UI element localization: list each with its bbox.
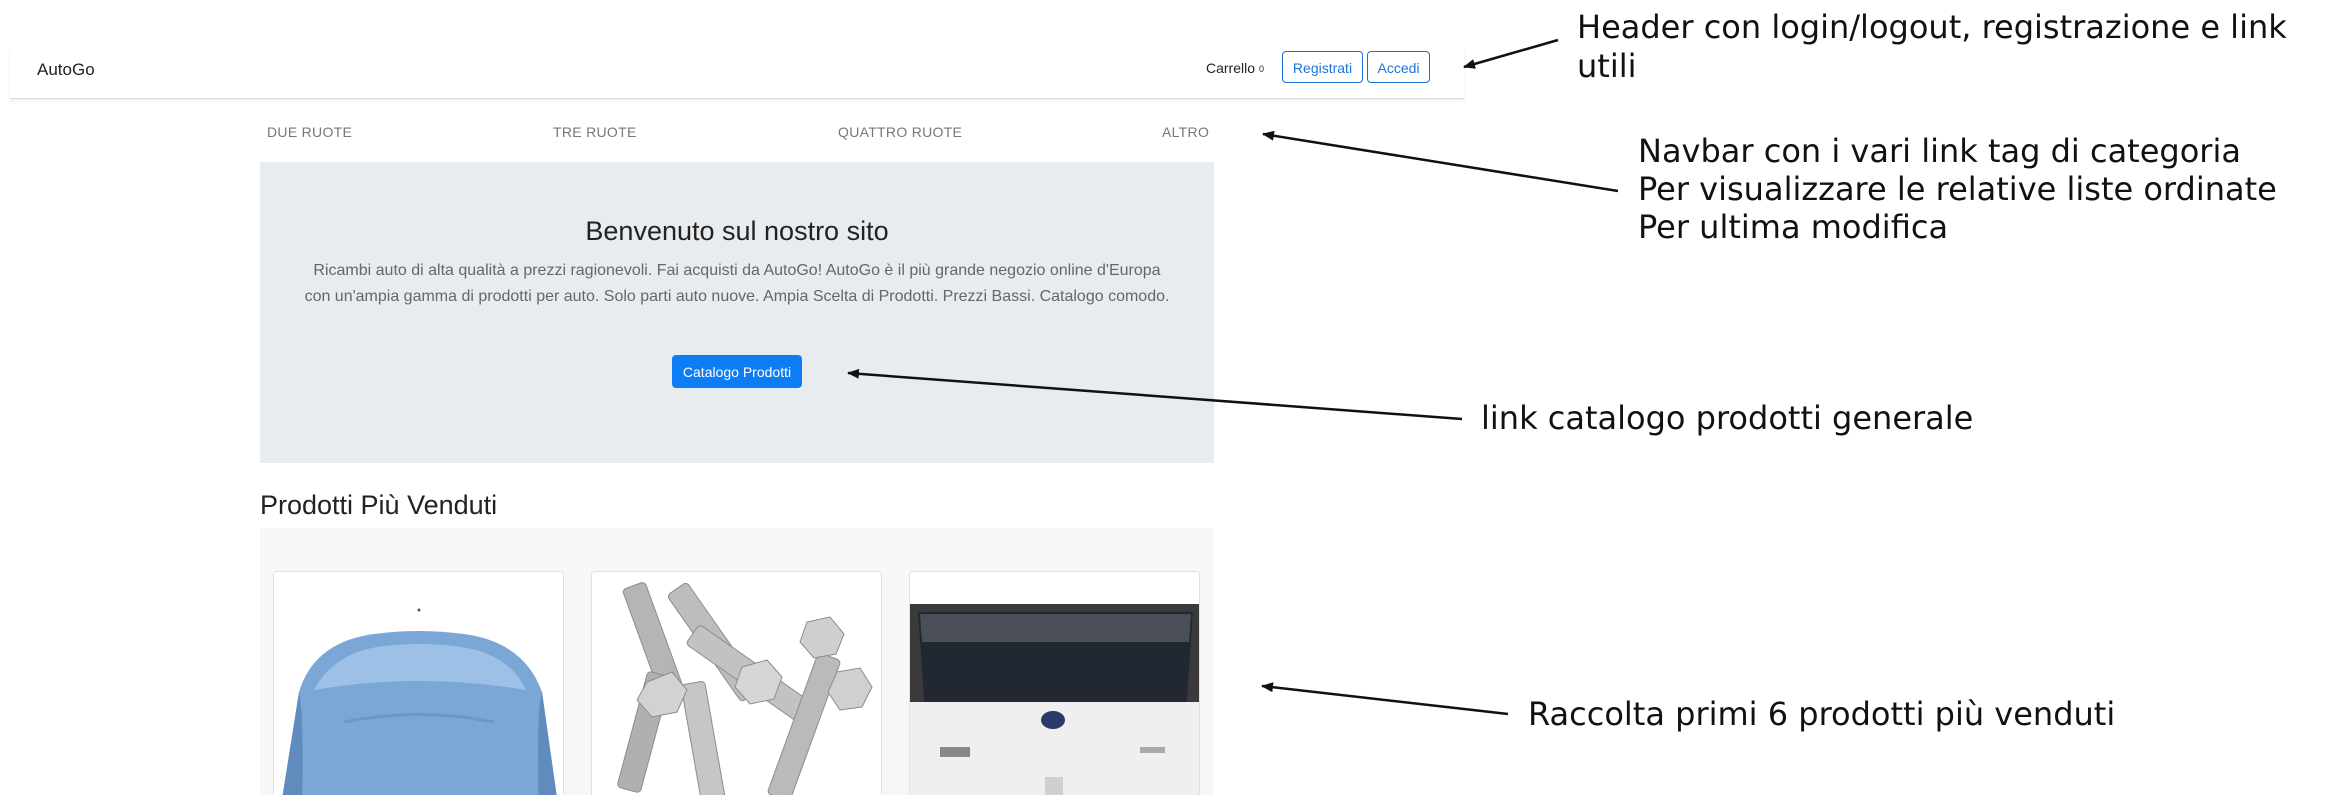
arrow-navbar	[1262, 130, 1619, 193]
arrow-catalog	[847, 368, 1463, 421]
annotation-arrows	[847, 38, 1619, 716]
arrow-header	[1463, 38, 1559, 69]
arrow-products	[1261, 682, 1509, 716]
